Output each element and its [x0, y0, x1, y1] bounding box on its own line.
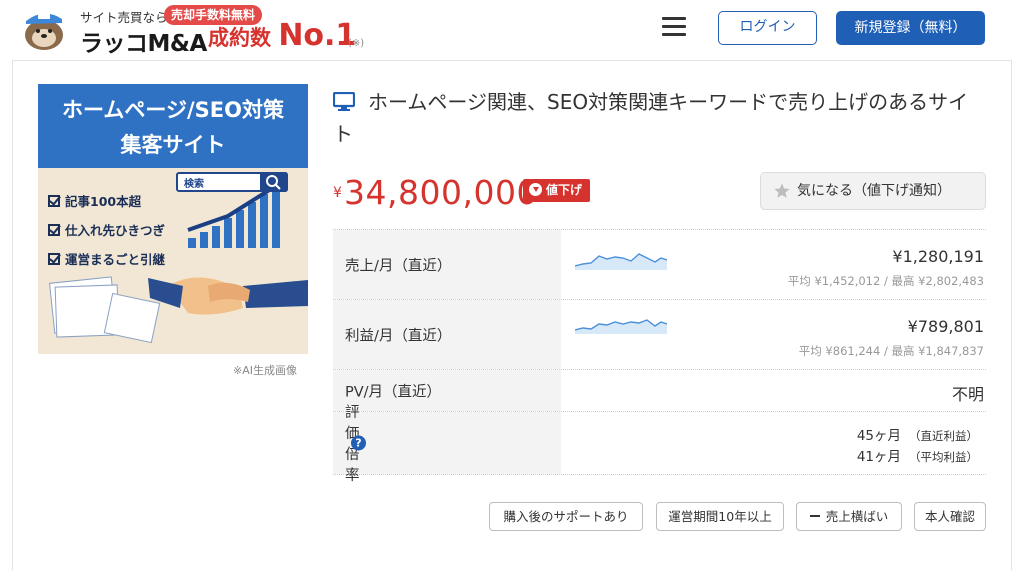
star-icon [774, 183, 790, 198]
metrics-table: 売上/月（直近） ¥1,280,191 平均 ¥1,452,012 / 最高 ¥… [333, 229, 986, 484]
metric-label: 評価倍率? [333, 405, 561, 484]
profit-value: ¥789,801 [907, 317, 984, 336]
profit-subvalues: 平均 ¥861,244 / 最高 ¥1,847,837 [798, 344, 984, 358]
thumbnail-feature: 運営まるごと引継 [48, 250, 165, 279]
checkbox-icon [48, 224, 60, 236]
sales-subvalues: 平均 ¥1,452,012 / 最高 ¥2,802,483 [787, 274, 984, 288]
checkbox-icon [48, 195, 60, 207]
profit-sparkline [575, 319, 667, 334]
thumbnail-feature: 仕入れ先ひきつぎ [48, 221, 165, 250]
thumbnail-search-box: 検索 [176, 172, 288, 192]
sales-value: ¥1,280,191 [892, 247, 984, 266]
metric-label: PV/月（直近） [333, 370, 561, 411]
metric-row-profit: 利益/月（直近） ¥789,801 平均 ¥861,244 / 最高 ¥1,84… [333, 300, 986, 370]
tag-support[interactable]: 購入後のサポートあり [489, 502, 643, 531]
rank-text: 成約数 [208, 26, 271, 50]
minus-icon [809, 515, 820, 517]
metric-row-sales: 売上/月（直近） ¥1,280,191 平均 ¥1,452,012 / 最高 ¥… [333, 230, 986, 300]
brand-name[interactable]: ラッコM&A [80, 24, 207, 58]
tag-sales-flat[interactable]: 売上横ばい [796, 502, 902, 531]
thumbnail-title-line2: 集客サイト [120, 133, 226, 157]
pv-value: 不明 [951, 385, 984, 404]
metric-row-pv: PV/月（直近） 不明 [333, 370, 986, 412]
sales-sparkline [575, 253, 667, 270]
favorite-button-label: 気になる（値下げ通知） [797, 183, 951, 199]
listing-title[interactable]: ホームページ関連、SEO対策関連キーワードで売り上げのあるサイト [333, 86, 983, 150]
site-header: サイト売買なら 売却手数料無料 ラッコM&A 成約数 No.1 (※) ログイン… [0, 0, 1024, 58]
multiple-average: 41ヶ月 （平均利益） [856, 449, 978, 465]
thumbnail-feature-list: 記事100本超 仕入れ先ひきつぎ 運営まるごと引継 [48, 192, 165, 279]
metric-label: 利益/月（直近） [333, 300, 561, 369]
register-button[interactable]: 新規登録（無料） [836, 11, 985, 45]
price-down-badge: 値下げ [523, 179, 591, 202]
multiple-recent: 45ヶ月 （直近利益） [856, 428, 978, 444]
checkbox-icon [48, 253, 60, 265]
tag-operation-period[interactable]: 運営期間10年以上 [656, 502, 784, 531]
login-button[interactable]: ログイン [718, 11, 817, 45]
rank-note: (※) [348, 38, 365, 49]
rank-number: No.1 [278, 18, 357, 53]
tag-identity-verified[interactable]: 本人確認 [914, 502, 986, 531]
otter-logo-icon[interactable] [18, 5, 70, 51]
search-icon [260, 172, 288, 192]
thumbnail-search-text: 検索 [184, 179, 204, 190]
metric-label: 売上/月（直近） [333, 230, 561, 299]
rank-headline: 成約数 No.1 [208, 21, 356, 52]
hamburger-menu-icon[interactable] [662, 17, 686, 37]
thumbnail-title-line1: ホームページ/SEO対策 [62, 98, 284, 122]
favorite-button[interactable]: 気になる（値下げ通知） [760, 172, 986, 210]
ai-generated-note: ※AI生成画像 [233, 364, 297, 377]
arrow-down-circle-icon [529, 183, 542, 196]
thumbnail-feature: 記事100本超 [48, 192, 165, 221]
metric-row-multiple: 評価倍率? 45ヶ月 （直近利益） 41ヶ月 （平均利益） [333, 405, 986, 484]
listing-price: 34,800,000 [344, 173, 538, 212]
price-currency: ¥ [333, 185, 342, 201]
listing-thumbnail[interactable]: ホームページ/SEO対策 集客サイト 検索 記事100本超 仕入れ先ひきつぎ 運… [38, 84, 308, 354]
help-icon[interactable]: ? [351, 435, 366, 451]
